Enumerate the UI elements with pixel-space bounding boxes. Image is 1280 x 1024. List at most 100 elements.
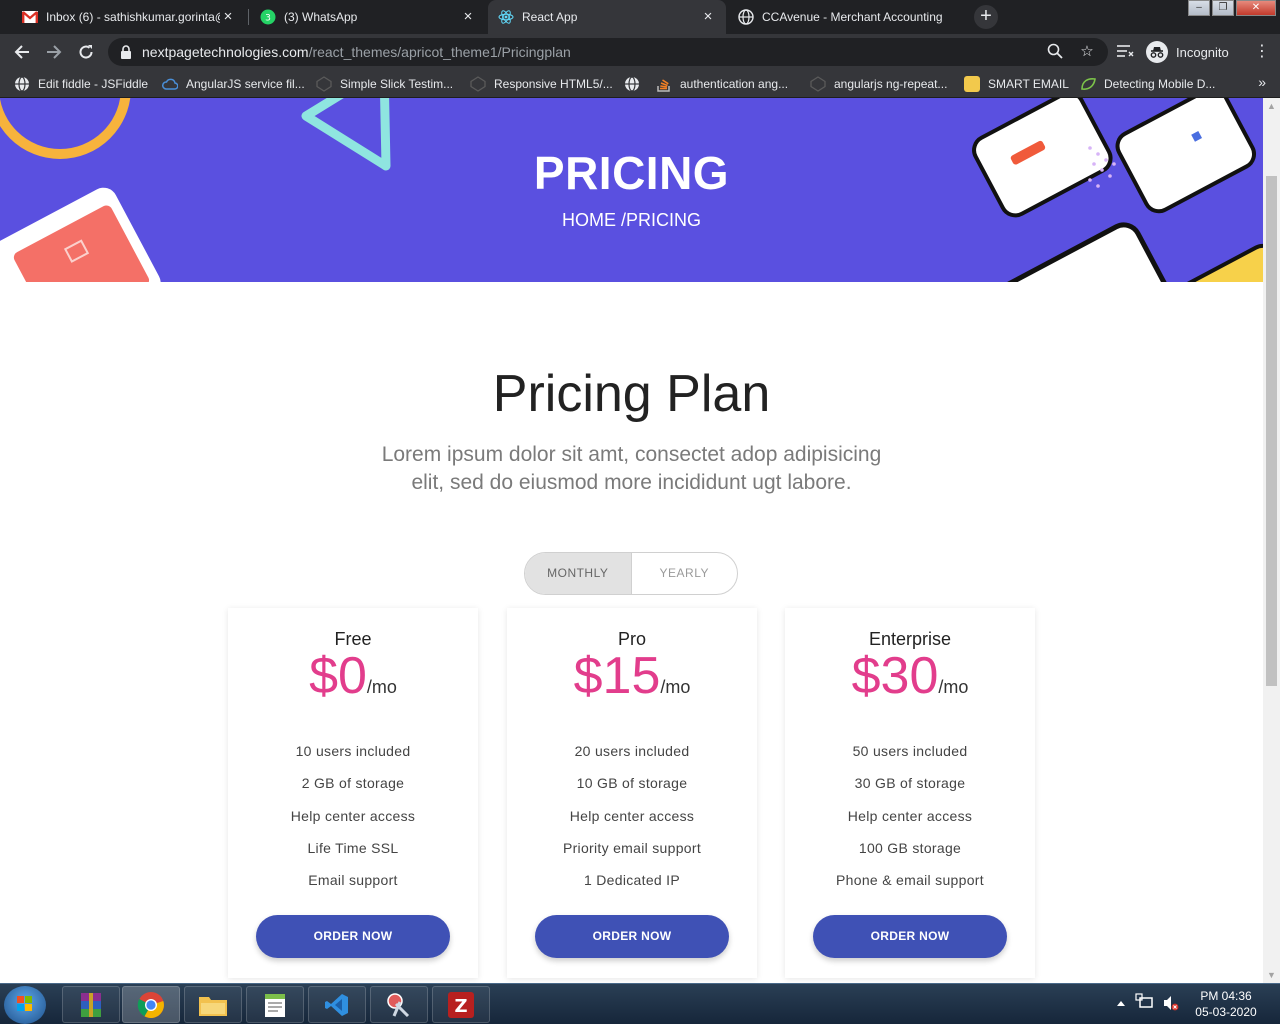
bookmark-slick-testimonial[interactable]: Simple Slick Testim... [316,75,453,93]
billing-period-toggle: MONTHLY YEARLY [524,552,738,595]
address-bar[interactable]: nextpagetechnologies.com/react_themes/ap… [108,38,1108,66]
feature-item: 1 Dedicated IP [583,872,681,889]
scroll-up-arrow-icon[interactable]: ▲ [1263,98,1280,114]
pricing-card-free: Free $0/mo 10 users included 2 GB of sto… [228,608,478,978]
feature-list: 10 users included 2 GB of storage Help c… [228,740,478,901]
feature-item: Help center access [847,807,973,824]
close-tab-icon[interactable]: × [220,9,236,25]
zoom-icon[interactable] [1046,43,1064,61]
url-text: nextpagetechnologies.com/react_themes/ap… [142,44,571,60]
close-window-button[interactable]: ✕ [1236,0,1276,16]
yearly-toggle-button[interactable]: YEARLY [632,553,738,594]
minimize-button[interactable]: – [1188,0,1210,16]
tab-gmail[interactable]: Inbox (6) - sathishkumar.gorinta@ × [12,0,246,34]
filezilla-icon[interactable]: Z [432,986,490,1023]
forward-arrow-icon[interactable] [42,40,66,64]
file-explorer-icon[interactable] [184,986,242,1023]
tab-react-app[interactable]: React App × [488,0,726,34]
tab-title: CCAvenue - Merchant Accounting [762,10,943,24]
monthly-toggle-button[interactable]: MONTHLY [525,553,632,594]
price-period: /mo [366,677,397,697]
bookmark-globe[interactable] [624,75,648,93]
price-amount: $30 [851,647,939,705]
svg-text:Z: Z [454,996,467,1017]
browser-toolbar: nextpagetechnologies.com/react_themes/ap… [0,34,1280,70]
stackoverflow-icon [656,76,672,92]
reload-icon[interactable] [74,40,98,64]
window-controls: – ❐ ✕ [1186,0,1276,18]
hero-banner: PRICING HOME /PRICING [0,98,1263,282]
new-tab-button[interactable]: + [974,5,998,29]
feature-item: 30 GB of storage [854,775,966,792]
tab-whatsapp[interactable]: 3 (3) WhatsApp × [250,0,486,34]
feature-item: Help center access [569,807,695,824]
order-now-button[interactable]: ORDER NOW [256,915,450,958]
order-now-button[interactable]: ORDER NOW [535,915,729,958]
vscode-icon[interactable] [308,986,366,1023]
bookmark-responsive-html5[interactable]: Responsive HTML5/... [470,75,613,93]
bookmark-detecting-mobile[interactable]: Detecting Mobile D... [1080,75,1215,93]
breadcrumb[interactable]: HOME /PRICING [0,210,1263,231]
incognito-indicator[interactable]: Incognito [1146,40,1229,64]
tab-title: Inbox (6) - sathishkumar.gorinta@ [46,10,220,24]
feature-item: 10 GB of storage [576,775,688,792]
clock-time: PM 04:36 [1200,989,1252,1003]
maximize-button[interactable]: ❐ [1212,0,1234,16]
feature-item: Life Time SSL [307,839,399,856]
codepen-icon [316,76,332,92]
feature-item: Help center access [290,807,416,824]
bookmark-authentication[interactable]: authentication ang... [656,75,788,93]
plan-price: $15/mo [507,646,757,706]
bookmark-label: Detecting Mobile D... [1104,77,1216,91]
tab-ccavenue[interactable]: CCAvenue - Merchant Accounting [728,0,966,34]
feature-item: 2 GB of storage [301,775,405,792]
winrar-icon[interactable] [62,986,120,1023]
bookmark-label: SMART EMAIL [988,77,1069,91]
feature-list: 50 users included 30 GB of storage Help … [785,740,1035,901]
order-now-button[interactable]: ORDER NOW [813,915,1007,958]
incognito-icon [1146,41,1168,63]
plan-price: $30/mo [785,646,1035,706]
tab-title: (3) WhatsApp [284,10,358,24]
pricing-card-pro: Pro $15/mo 20 users included 10 GB of st… [507,608,757,978]
pricing-subtitle: Lorem ipsum dolor sit amt, consectet ado… [381,443,882,494]
cloud-icon [162,76,179,92]
gmail-icon [22,9,38,25]
smart-email-icon [964,76,980,92]
svg-text:3: 3 [265,14,271,24]
plan-price: $0/mo [228,646,478,706]
react-icon [498,9,514,25]
page-viewport: PRICING HOME /PRICING Pricing Plan Lorem… [0,98,1263,983]
bookmark-label: Responsive HTML5/... [494,77,613,91]
jsfiddle-icon [14,76,30,92]
bookmark-label: Simple Slick Testim... [340,77,454,91]
windows-start-button[interactable] [4,986,46,1024]
chrome-icon[interactable] [122,986,180,1023]
reading-list-icon[interactable] [1116,44,1136,60]
volume-muted-icon [1164,996,1179,1011]
scrollbar-thumb[interactable] [1266,176,1277,686]
feature-item: Phone & email support [836,872,984,889]
bookmark-jsfiddle[interactable]: Edit fiddle - JSFiddle [14,75,148,93]
page-scrollbar[interactable]: ▲ ▼ [1263,98,1280,983]
close-tab-icon[interactable]: × [460,9,476,25]
globe-icon [624,76,640,92]
bookmark-smart-email[interactable]: SMART EMAIL [964,75,1069,93]
hero-title: PRICING [533,147,730,199]
menu-dots-icon[interactable]: ⋮ [1254,40,1270,64]
bookmark-angularjs-service[interactable]: AngularJS service fil... [162,75,305,93]
bookmark-ng-repeat[interactable]: angularjs ng-repeat... [810,75,947,93]
bookmark-star-icon[interactable]: ☆ [1078,43,1096,61]
back-arrow-icon[interactable] [10,40,34,64]
notepad-plus-plus-icon[interactable] [246,986,304,1023]
bookmark-label: angularjs ng-repeat... [834,77,948,91]
incognito-label: Incognito [1176,44,1229,60]
more-bookmarks-icon[interactable]: » [1258,74,1266,90]
bookmarks-bar: Edit fiddle - JSFiddle AngularJS service… [0,70,1280,98]
close-tab-icon[interactable]: × [700,9,716,25]
system-clock[interactable]: PM 04:36 05-03-2020 [1188,988,1264,1020]
snipping-tool-icon[interactable] [370,986,428,1023]
price-period: /mo [938,677,969,697]
scroll-down-arrow-icon[interactable]: ▼ [1263,967,1280,983]
feature-item: 10 users included [295,743,411,759]
